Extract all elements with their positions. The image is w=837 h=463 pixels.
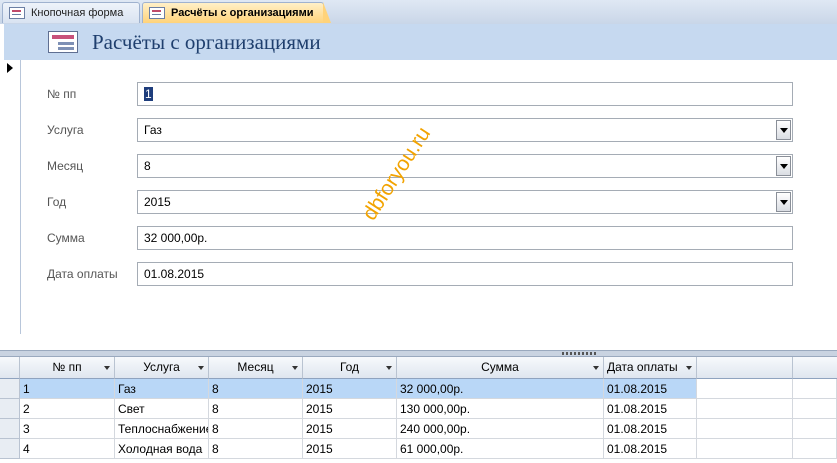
table-cell[interactable]: 2 [20, 399, 115, 419]
record-selector[interactable] [0, 60, 21, 334]
column-header-empty [793, 357, 837, 379]
current-record-arrow-icon [7, 63, 13, 73]
table-cell[interactable]: 2015 [303, 399, 397, 419]
date-value: 01.08.2015 [144, 267, 205, 281]
column-header-month[interactable]: Месяц [209, 357, 303, 379]
column-header-payment-date[interactable]: Дата оплаты [604, 357, 697, 379]
table-cell[interactable]: 2015 [303, 379, 397, 399]
sum-value: 32 000,00р. [144, 231, 208, 245]
date-label: Дата оплаты [47, 267, 118, 281]
table-cell[interactable]: 1 [20, 379, 115, 399]
num-field[interactable]: 1 [137, 82, 793, 106]
sort-dropdown-icon[interactable] [386, 366, 392, 370]
column-header-year[interactable]: Год [303, 357, 397, 379]
column-header-empty [697, 357, 793, 379]
split-form-splitter[interactable] [0, 350, 837, 357]
row-selector[interactable] [0, 419, 20, 439]
table-cell[interactable]: 01.08.2015 [604, 439, 697, 459]
empty-cell [793, 419, 837, 439]
row-selector[interactable] [0, 379, 20, 399]
table-cell[interactable]: 8 [209, 439, 303, 459]
sort-dropdown-icon[interactable] [198, 366, 204, 370]
payment-date-field[interactable]: 01.08.2015 [137, 262, 793, 286]
row-selector[interactable] [0, 439, 20, 459]
table-cell[interactable]: 240 000,00р. [397, 419, 604, 439]
table-cell[interactable]: 2015 [303, 419, 397, 439]
empty-cell [697, 419, 793, 439]
empty-cell [697, 439, 793, 459]
table-cell[interactable]: 8 [209, 379, 303, 399]
table-cell[interactable]: Холодная вода [115, 439, 209, 459]
service-combobox[interactable]: Газ [137, 118, 793, 142]
table-cell[interactable]: 8 [209, 399, 303, 419]
month-combobox[interactable]: 8 [137, 154, 793, 178]
tab-switchboard-form[interactable]: Кнопочная форма [2, 2, 140, 23]
num-label: № пп [47, 87, 77, 101]
form-icon [149, 7, 165, 19]
chevron-down-icon[interactable] [776, 156, 791, 176]
row-selector[interactable] [0, 399, 20, 419]
table-cell[interactable]: 01.08.2015 [604, 399, 697, 419]
table-cell[interactable]: 3 [20, 419, 115, 439]
chevron-down-icon[interactable] [776, 120, 791, 140]
table-cell[interactable]: Газ [115, 379, 209, 399]
sort-dropdown-icon[interactable] [104, 366, 110, 370]
table-cell[interactable]: 2015 [303, 439, 397, 459]
form-title: Расчёты с организациями [92, 30, 321, 54]
sum-field[interactable]: 32 000,00р. [137, 226, 793, 250]
table-cell[interactable]: 130 000,00р. [397, 399, 604, 419]
form-header: Расчёты с организациями [4, 24, 837, 60]
service-label: Услуга [47, 123, 84, 137]
table-cell[interactable]: 4 [20, 439, 115, 459]
table-cell[interactable]: 8 [209, 419, 303, 439]
table-cell[interactable]: Свет [115, 399, 209, 419]
chevron-down-icon[interactable] [776, 192, 791, 212]
sort-dropdown-icon[interactable] [292, 366, 298, 370]
year-combobox[interactable]: 2015 [137, 190, 793, 214]
empty-cell [697, 399, 793, 419]
column-header-sum[interactable]: Сумма [397, 357, 604, 379]
year-label: Год [47, 195, 67, 209]
year-value: 2015 [144, 195, 171, 209]
select-all-corner[interactable] [0, 357, 20, 379]
service-value: Газ [144, 123, 162, 137]
form-icon [9, 7, 25, 19]
month-value: 8 [144, 159, 151, 173]
num-value: 1 [144, 87, 153, 101]
table-cell[interactable]: 61 000,00р. [397, 439, 604, 459]
table-cell[interactable]: 01.08.2015 [604, 379, 697, 399]
empty-cell [793, 379, 837, 399]
form-logo-icon [48, 31, 78, 53]
column-header-service[interactable]: Услуга [115, 357, 209, 379]
tab-label: Кнопочная форма [31, 7, 124, 19]
document-tab-strip: Кнопочная форма Расчёты с организациями [0, 0, 837, 25]
sum-label: Сумма [47, 231, 85, 245]
sort-dropdown-icon[interactable] [686, 366, 692, 370]
tab-label: Расчёты с организациями [171, 7, 314, 19]
month-label: Месяц [47, 159, 84, 173]
column-header-num[interactable]: № пп [20, 357, 115, 379]
table-cell[interactable]: 32 000,00р. [397, 379, 604, 399]
empty-cell [793, 439, 837, 459]
tab-settlements-form[interactable]: Расчёты с организациями [142, 2, 331, 23]
empty-cell [697, 379, 793, 399]
datasheet: № пп Услуга Месяц Год Сумма Дата оплаты … [0, 357, 837, 463]
table-cell[interactable]: Теплоснабжение [115, 419, 209, 439]
table-cell[interactable]: 01.08.2015 [604, 419, 697, 439]
splitter-grip-icon[interactable] [562, 352, 596, 355]
sort-dropdown-icon[interactable] [593, 366, 599, 370]
empty-cell [793, 399, 837, 419]
